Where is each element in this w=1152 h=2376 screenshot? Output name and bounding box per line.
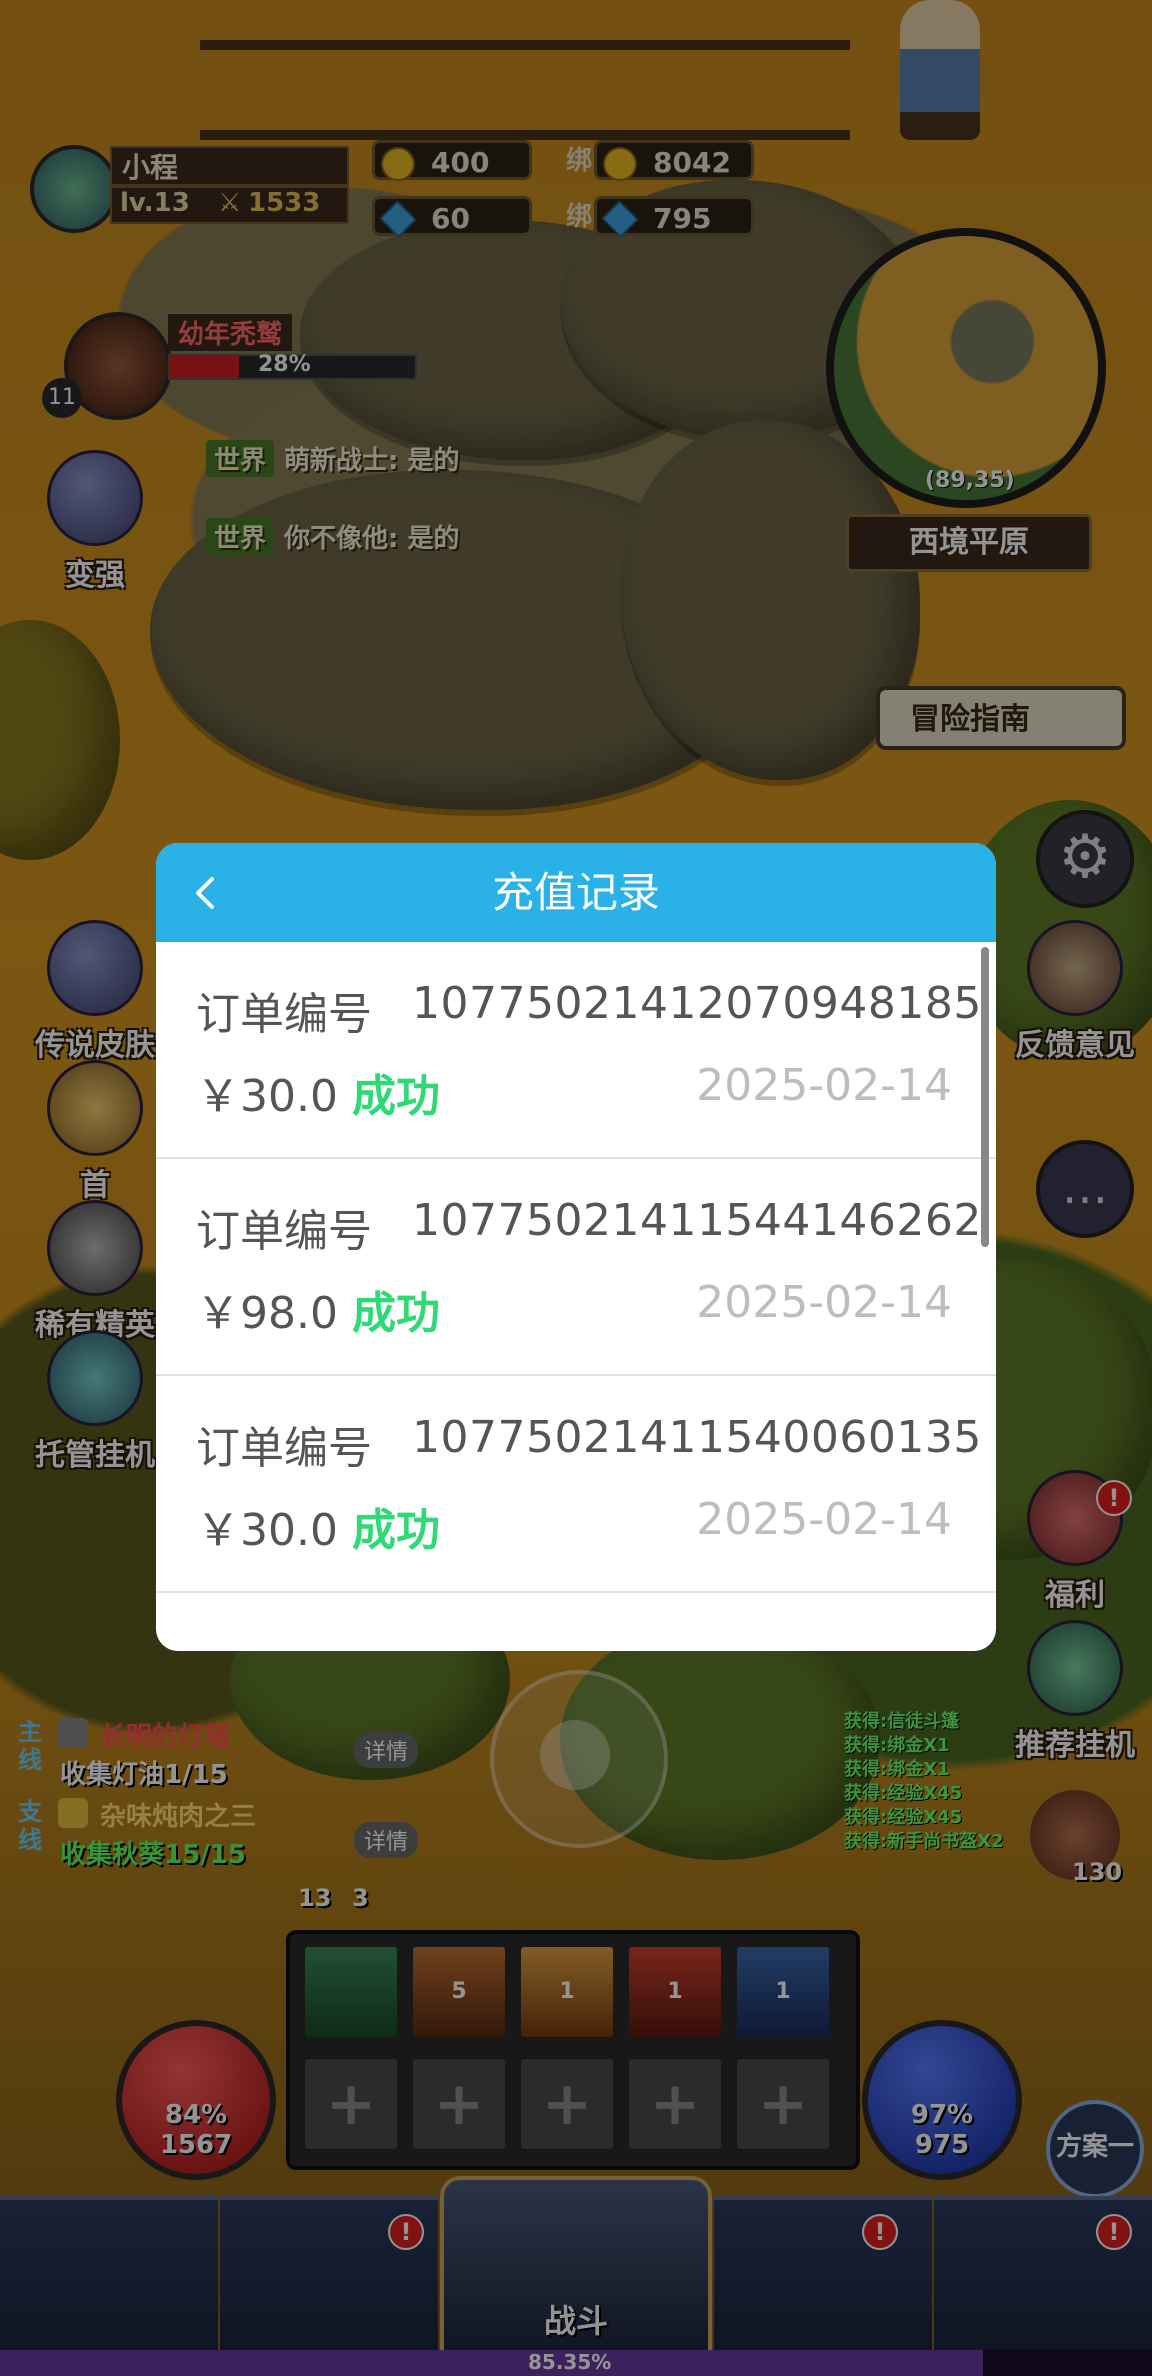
amount: ￥98.0 xyxy=(196,1288,338,1339)
amount: ￥30.0 xyxy=(196,1071,338,1122)
order-number: 10775021411544146262 xyxy=(412,1195,982,1246)
record-list[interactable]: 订单编号 10775021412070948185 ￥30.0 成功 2025-… xyxy=(156,942,996,1632)
order-label: 订单编号 xyxy=(196,1423,372,1474)
order-label: 订单编号 xyxy=(196,1206,372,1257)
record-row[interactable]: 订单编号 10775021412070948185 ￥30.0 成功 2025-… xyxy=(156,942,996,1159)
order-number: 10775021412070948185 xyxy=(412,978,982,1029)
amount: ￥30.0 xyxy=(196,1505,338,1556)
status-success: 成功 xyxy=(352,1288,440,1339)
record-row[interactable]: 订单编号 10775021411540060135 ￥30.0 成功 2025-… xyxy=(156,1376,996,1593)
status-success: 成功 xyxy=(352,1505,440,1556)
scrollbar[interactable] xyxy=(981,947,989,1247)
dialog-title: 充值记录 xyxy=(491,868,660,917)
date: 2025-02-14 xyxy=(696,1494,952,1545)
order-label: 订单编号 xyxy=(196,989,372,1040)
recharge-record-dialog: 充值记录 订单编号 10775021412070948185 ￥30.0 成功 … xyxy=(156,843,996,1651)
status-success: 成功 xyxy=(352,1071,440,1122)
back-chevron-icon[interactable] xyxy=(186,873,226,913)
date: 2025-02-14 xyxy=(696,1060,952,1111)
record-row[interactable]: 订单编号 10775021411544146262 ￥98.0 成功 2025-… xyxy=(156,1159,996,1376)
date: 2025-02-14 xyxy=(696,1277,952,1328)
order-number: 10775021411540060135 xyxy=(412,1412,982,1463)
